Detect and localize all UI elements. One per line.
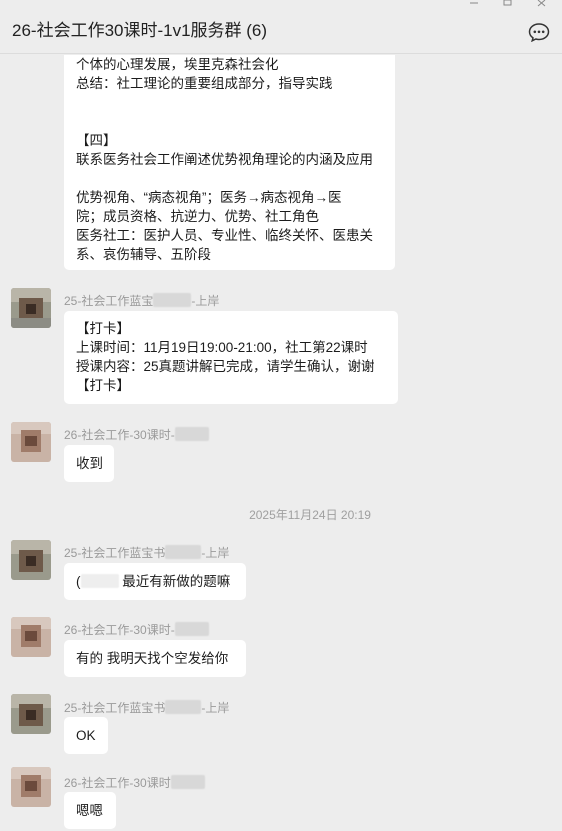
sender-name: 26-社会工作-30课时 (64, 774, 205, 791)
message-line: 优势视角、“病态视角”；医务→病态视角→医 (76, 190, 342, 205)
sender-name: 25-社会工作蓝宝书 -上岸 (64, 544, 229, 561)
avatar[interactable] (11, 288, 51, 328)
sender-name-suffix: -上岸 (191, 294, 220, 308)
message-bubble[interactable]: OK (64, 717, 108, 754)
chat-header: 26-社会工作30课时-1v1服务群 (6) (0, 0, 562, 54)
message-text: 最近有新做的题嘛 (118, 574, 231, 589)
message-line: 总结：社工理论的重要组成部分，指导实践 (76, 76, 333, 91)
message-line: 医务社工：医护人员、专业性、临终关怀、医患关 (76, 228, 373, 243)
message-list[interactable]: 个体的心理发展，埃里克森社会化 总结：社工理论的重要组成部分，指导实践 【四】 … (0, 55, 562, 831)
message-line: 院；成员资格、抗逆力、优势、社工角色 (76, 209, 319, 224)
sender-name: 25-社会工作蓝宝书 -上岸 (64, 699, 229, 716)
message-text: OK (76, 728, 96, 743)
timestamp: 2025年11月24日 20:19 (249, 508, 371, 522)
redacted-block (174, 622, 209, 636)
message-line: 授课内容：25真题讲解已完成，请学生确认，谢谢 (76, 359, 375, 374)
sender-name-suffix: -上岸 (201, 546, 230, 560)
redacted-block (80, 574, 119, 588)
message-line: 上课时间：11月19日19:00-21:00，社工第22课时 (76, 340, 368, 355)
avatar[interactable] (11, 694, 51, 734)
avatar[interactable] (11, 422, 51, 462)
message-bubble[interactable]: 【打卡】 上课时间：11月19日19:00-21:00，社工第22课时 授课内容… (64, 311, 398, 404)
sender-name-prefix: 26-社会工作-30课时- (64, 428, 175, 442)
redacted-block (174, 427, 209, 441)
sender-name: 26-社会工作-30课时- (64, 426, 209, 443)
message-bubble[interactable]: 个体的心理发展，埃里克森社会化 总结：社工理论的重要组成部分，指导实践 【四】 … (64, 55, 395, 270)
sender-name-prefix: 25-社会工作蓝宝书 (64, 546, 166, 560)
message-line: 联系医务社会工作阐述优势视角理论的内涵及应用 (76, 152, 373, 167)
avatar[interactable] (11, 540, 51, 580)
chat-title: 26-社会工作30课时-1v1服务群 (6) (12, 21, 268, 40)
sender-name-suffix: -上岸 (201, 701, 230, 715)
sender-name-prefix: 26-社会工作-30课时 (64, 776, 171, 790)
message-text: 收到 (76, 456, 103, 471)
message-line: 个体的心理发展，埃里克森社会化 (76, 57, 279, 72)
message-line: 【打卡】 (76, 378, 130, 393)
redacted-block (165, 545, 202, 559)
sender-name-prefix: 26-社会工作-30课时- (64, 623, 175, 637)
sender-name: 26-社会工作-30课时- (64, 621, 209, 638)
sender-name-prefix: 25-社会工作蓝宝书 (64, 701, 166, 715)
window-controls-icon[interactable] (466, 0, 556, 8)
message-text: 嗯嗯 (76, 803, 103, 818)
message-bubble[interactable]: 有的 我明天找个空发给你 (64, 640, 246, 677)
message-line: 【四】 (76, 133, 117, 148)
redacted-block (165, 700, 202, 714)
message-text: 有的 我明天找个空发给你 (76, 651, 229, 666)
avatar[interactable] (11, 617, 51, 657)
redacted-block (170, 775, 205, 789)
avatar[interactable] (11, 767, 51, 807)
message-text-prefix: ( (76, 574, 81, 589)
sender-name: 25-社会工作蓝宝 -上岸 (64, 292, 219, 309)
message-line: 【打卡】 (76, 321, 130, 336)
redacted-block (153, 293, 192, 307)
message-bubble[interactable]: 嗯嗯 (64, 792, 116, 829)
sender-name-prefix: 25-社会工作蓝宝 (64, 294, 154, 308)
chat-bubble-more-icon[interactable] (528, 22, 550, 42)
message-bubble[interactable]: ( 最近有新做的题嘛 (64, 563, 246, 600)
message-line: 系、哀伤辅导、五阶段 (76, 247, 211, 262)
message-bubble[interactable]: 收到 (64, 445, 114, 482)
